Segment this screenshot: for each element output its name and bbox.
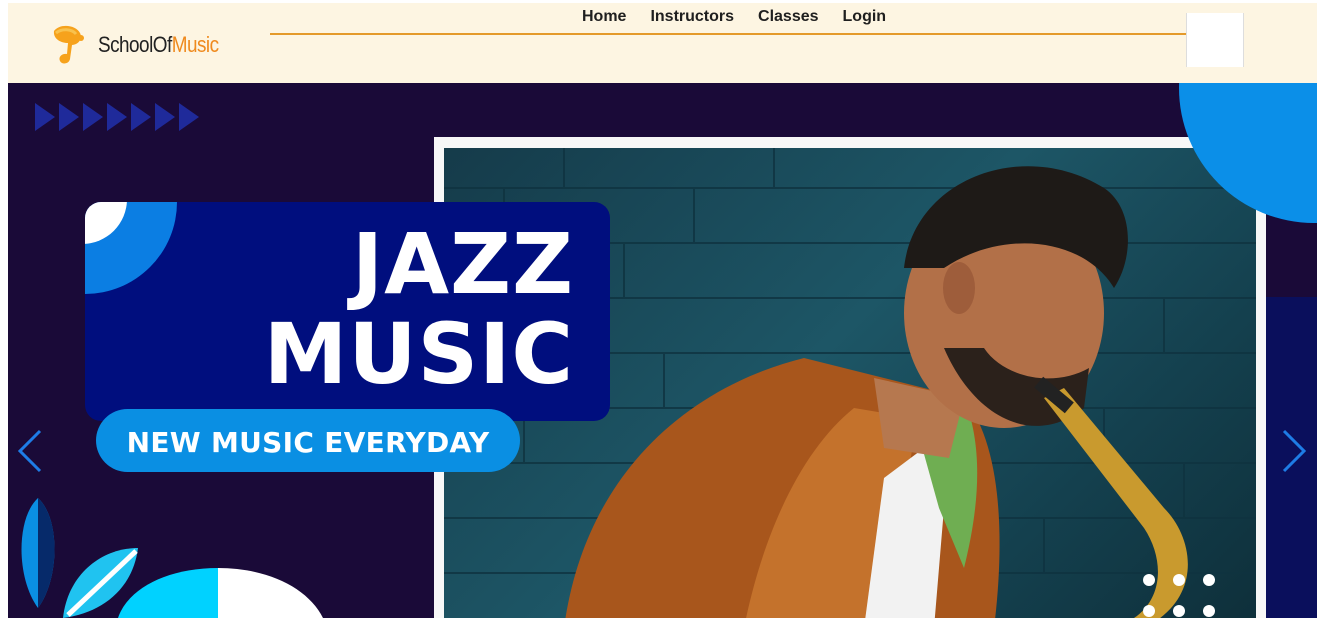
hero-carousel: JAZZ MUSIC NEW MUSIC EVERYDAY [8, 83, 1317, 618]
main-nav: Home Instructors Classes Login [582, 8, 910, 30]
nav-instructors[interactable]: Instructors [650, 8, 734, 30]
hero-subtitle: NEW MUSIC EVERYDAY [126, 426, 490, 459]
logo[interactable]: SchoolOfMusic [50, 25, 250, 65]
hero-title-line1: JAZZ [351, 215, 574, 313]
chevron-left-icon[interactable] [16, 429, 46, 473]
header-placeholder-box [1186, 13, 1244, 67]
nav-classes[interactable]: Classes [758, 8, 819, 30]
logo-name: SchoolOf [98, 32, 172, 57]
music-note-logo-icon [53, 25, 84, 64]
nav-login[interactable]: Login [843, 8, 887, 30]
dot-grid-decoration [1143, 574, 1215, 617]
nav-home[interactable]: Home [582, 8, 626, 30]
leaf-shapes-decoration [21, 498, 323, 618]
site-header: SchoolOfMusic Home Instructors Classes L… [8, 3, 1317, 83]
chevron-right-icon[interactable] [1278, 429, 1308, 473]
logo-accent: Music [171, 32, 219, 57]
logo-text: SchoolOfMusic [98, 32, 219, 58]
title-card: JAZZ MUSIC [85, 202, 610, 421]
subtitle-pill: NEW MUSIC EVERYDAY [96, 409, 520, 472]
triangle-pattern-decoration [35, 103, 199, 131]
nav-underline [270, 33, 1186, 35]
hero-title-line2: MUSIC [263, 305, 574, 403]
